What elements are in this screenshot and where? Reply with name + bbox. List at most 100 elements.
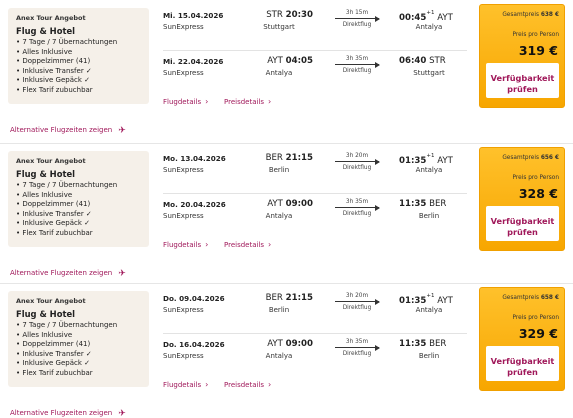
departure-city: Berlin <box>268 306 290 314</box>
alternative-flights-label: Alternative Flugzeiten zeigen <box>10 269 113 277</box>
package-feature: • Flex Tarif zubuchbar <box>16 368 93 377</box>
total-price: Gesamtpreis 658 € <box>502 295 559 301</box>
arrival-city: Antalya <box>415 306 443 314</box>
arrival-city: Antalya <box>415 23 443 31</box>
airline: SunExpress <box>163 23 204 31</box>
arrow-right-icon <box>375 15 380 22</box>
price-box: Gesamtpreis 638 € Preis pro Person 319 €… <box>479 4 565 108</box>
departure-code: AYT <box>267 339 283 349</box>
arrival: 06:40 STR <box>399 56 446 66</box>
price-details-label: Preisdetails <box>224 98 265 106</box>
outbound-flight: Mo. 13.04.2026 SunExpress BER 21:15 Berl… <box>163 149 467 194</box>
divider <box>163 50 467 51</box>
departure: AYT 09:00 <box>267 199 313 209</box>
chevron-right-icon: › <box>268 380 272 389</box>
package-box: Anex Tour Angebot Flug & Hotel • 7 Tage … <box>8 151 149 247</box>
offer-card: Anex Tour Angebot Flug & Hotel • 7 Tage … <box>0 283 573 418</box>
price-details-link[interactable]: Preisdetails › <box>224 380 271 389</box>
departure-code: AYT <box>267 56 283 66</box>
arrival-city: Stuttgart <box>413 69 445 77</box>
package-title: Flug & Hotel <box>16 169 76 179</box>
total-price-value: 638 € <box>540 12 559 18</box>
divider <box>163 333 467 334</box>
flight-arrow-line <box>335 18 379 19</box>
departure: STR 20:30 <box>266 10 313 20</box>
flight-duration: 3h 20m <box>345 293 369 299</box>
package-title: Flug & Hotel <box>16 26 76 36</box>
alternative-flights-link[interactable]: Alternative Flugzeiten zeigen ✈ <box>10 125 126 136</box>
arrow-right-icon <box>375 204 380 211</box>
package-feature: • 7 Tage / 7 Übernachtungen <box>16 38 118 46</box>
price-box: Gesamtpreis 658 € Preis pro Person 329 €… <box>479 287 565 391</box>
arrival-day-offset: +1 <box>426 293 435 299</box>
package-label: Anex Tour Angebot <box>16 14 86 22</box>
price-details-link[interactable]: Preisdetails › <box>224 97 271 106</box>
arrival: 11:35 BER <box>399 339 446 349</box>
arrival-code: AYT <box>437 156 453 166</box>
price-details-link[interactable]: Preisdetails › <box>224 240 271 249</box>
check-availability-button[interactable]: Verfügbarkeit prüfen <box>486 346 559 381</box>
offer-divider <box>0 283 573 284</box>
arrival-time: 11:35 <box>399 339 427 349</box>
package-feature: • Alles Inklusive <box>16 190 73 199</box>
price-per-person-value: 319 € <box>518 43 558 58</box>
direct-flight-label: Direktflug <box>342 68 372 74</box>
arrival-time: 01:35 <box>399 156 427 166</box>
package-feature: • Doppelzimmer (41) <box>16 200 91 209</box>
button-label-line: prüfen <box>507 226 538 237</box>
flight-date: Mi. 22.04.2026 <box>163 57 224 66</box>
arrow-right-icon <box>375 61 380 68</box>
departure-city: Antalya <box>265 352 293 360</box>
return-flight: Mo. 20.04.2026 SunExpress AYT 09:00 Anta… <box>163 195 467 237</box>
flight-details-link[interactable]: Flugdetails › <box>163 240 208 249</box>
package-feature: • Inklusive Transfer ✓ <box>16 66 92 75</box>
total-price-label: Gesamtpreis <box>502 12 539 18</box>
return-flight: Do. 16.04.2026 SunExpress AYT 09:00 Anta… <box>163 335 467 377</box>
departure-time: 21:15 <box>285 293 313 303</box>
check-availability-button[interactable]: Verfügbarkeit prüfen <box>486 63 559 98</box>
check-availability-button[interactable]: Verfügbarkeit prüfen <box>486 206 559 241</box>
direct-flight-label: Direktflug <box>342 211 372 217</box>
plane-icon: ✈ <box>118 269 126 279</box>
package-feature: • Inklusive Gepäck ✓ <box>16 219 91 228</box>
arrival-code: AYT <box>437 13 453 23</box>
flight-duration: 3h 15m <box>345 10 369 16</box>
arrival: 01:35+1 AYT <box>399 293 453 306</box>
package-box: Anex Tour Angebot Flug & Hotel • 7 Tage … <box>8 8 149 104</box>
package-feature: • Flex Tarif zubuchbar <box>16 85 93 94</box>
package-feature: • Inklusive Transfer ✓ <box>16 349 92 358</box>
package-feature: • Inklusive Transfer ✓ <box>16 209 92 218</box>
button-label-line: Verfügbarkeit <box>490 355 555 366</box>
flight-duration: 3h 20m <box>345 153 369 159</box>
price-per-person-value: 328 € <box>518 186 558 201</box>
departure: BER 21:15 <box>266 153 313 163</box>
departure-code: BER <box>265 293 283 303</box>
flight-details-label: Flugdetails <box>163 381 202 389</box>
departure-city: Antalya <box>265 69 293 77</box>
alternative-flights-label: Alternative Flugzeiten zeigen <box>10 126 113 134</box>
package-feature: • Inklusive Gepäck ✓ <box>16 76 91 85</box>
flight-details-link[interactable]: Flugdetails › <box>163 97 208 106</box>
arrival: 11:35 BER <box>399 199 446 209</box>
arrival-time: 06:40 <box>399 56 427 66</box>
plane-icon: ✈ <box>118 409 126 418</box>
package-feature: • Alles Inklusive <box>16 330 73 339</box>
outbound-flight: Mi. 15.04.2026 SunExpress STR 20:30 Stut… <box>163 6 467 51</box>
package-label: Anex Tour Angebot <box>16 297 86 305</box>
departure-time: 04:05 <box>285 56 313 66</box>
arrival-time: 00:45 <box>399 13 427 23</box>
alternative-flights-link[interactable]: Alternative Flugzeiten zeigen ✈ <box>10 268 126 279</box>
arrival-code: AYT <box>437 296 453 306</box>
flight-date: Mi. 15.04.2026 <box>163 11 224 20</box>
arrival-day-offset: +1 <box>426 10 435 16</box>
alternative-flights-link[interactable]: Alternative Flugzeiten zeigen ✈ <box>10 408 126 418</box>
flight-date: Mo. 13.04.2026 <box>163 154 226 163</box>
departure-time: 21:15 <box>285 153 313 163</box>
price-per-person-label: Preis pro Person <box>512 32 560 38</box>
arrival-code: BER <box>429 199 447 209</box>
flight-details-label: Flugdetails <box>163 241 202 249</box>
outbound-flight: Do. 09.04.2026 SunExpress BER 21:15 Berl… <box>163 289 467 334</box>
flight-details-link[interactable]: Flugdetails › <box>163 380 208 389</box>
arrival-city: Berlin <box>418 352 440 360</box>
departure: AYT 04:05 <box>267 56 313 66</box>
